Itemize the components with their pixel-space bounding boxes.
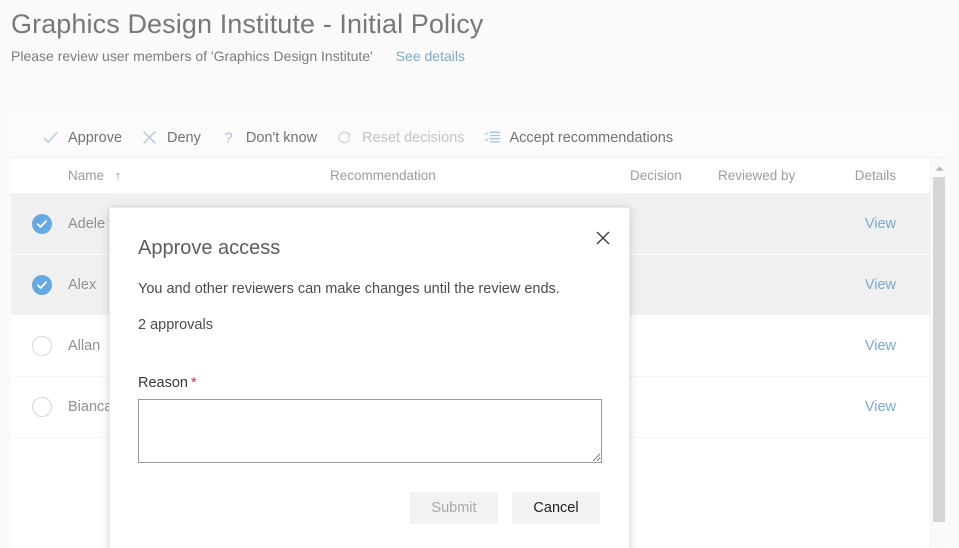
accept-recommendations-button-label: Accept recommendations — [510, 130, 674, 146]
checkmark-icon — [41, 128, 60, 147]
view-details-link[interactable]: View — [865, 277, 896, 293]
cancel-button[interactable]: Cancel — [512, 492, 600, 524]
row-checkbox-selected[interactable] — [32, 275, 52, 295]
sort-ascending-icon: ↑ — [115, 168, 122, 183]
question-mark-icon: ? — [219, 128, 238, 147]
reason-input[interactable] — [138, 399, 602, 463]
deny-button[interactable]: Deny — [131, 118, 210, 158]
table-header-row: Name ↑ Recommendation Decision Reviewed … — [11, 158, 947, 194]
reset-decisions-button[interactable]: Reset decisions — [326, 118, 473, 158]
approve-button-label: Approve — [68, 130, 122, 146]
reset-arrow-icon — [335, 128, 354, 147]
row-checkbox-unselected[interactable] — [32, 397, 52, 417]
submit-button[interactable]: Submit — [410, 492, 498, 524]
page-header: Graphics Design Institute - Initial Poli… — [0, 0, 959, 103]
column-header-reviewed-by[interactable]: Reviewed by — [718, 168, 824, 183]
dialog-body-text: You and other reviewers can make changes… — [138, 279, 601, 299]
column-header-name[interactable]: Name ↑ — [68, 168, 330, 183]
dont-know-button[interactable]: ? Don't know — [210, 118, 326, 158]
row-details-cell: View — [824, 276, 899, 294]
reason-field-label: Reason* — [138, 375, 601, 391]
dialog-approval-count: 2 approvals — [138, 317, 601, 333]
dont-know-button-label: Don't know — [246, 130, 317, 146]
svg-text:?: ? — [224, 130, 232, 146]
close-icon[interactable] — [590, 225, 616, 251]
view-details-link[interactable]: View — [865, 338, 896, 354]
caret-up-icon[interactable] — [931, 161, 947, 175]
accept-recommendations-button[interactable]: Accept recommendations — [474, 118, 683, 158]
dialog-title: Approve access — [138, 229, 601, 262]
row-select-cell — [32, 275, 68, 295]
approve-button[interactable]: Approve — [32, 118, 131, 158]
row-select-cell — [32, 336, 68, 356]
required-marker: * — [191, 375, 197, 391]
checklist-icon — [483, 128, 502, 147]
scrollbar-thumb[interactable] — [933, 177, 945, 522]
column-header-details[interactable]: Details — [824, 168, 899, 183]
reason-label-text: Reason — [138, 375, 188, 391]
row-checkbox-unselected[interactable] — [32, 336, 52, 356]
dialog-actions: Submit Cancel — [138, 492, 601, 524]
row-details-cell: View — [824, 398, 899, 416]
table-scrollbar[interactable] — [930, 158, 947, 547]
see-details-link[interactable]: See details — [396, 48, 465, 64]
page-subtitle: Please review user members of 'Graphics … — [11, 48, 373, 64]
x-mark-icon — [140, 128, 159, 147]
column-header-recommendation[interactable]: Recommendation — [330, 168, 630, 183]
row-select-cell — [32, 214, 68, 234]
view-details-link[interactable]: View — [865, 399, 896, 415]
row-select-cell — [32, 397, 68, 417]
command-bar: Approve Deny ? Don't know — [11, 118, 947, 158]
app-root: Graphics Design Institute - Initial Poli… — [0, 0, 959, 548]
reset-decisions-button-label: Reset decisions — [362, 130, 464, 146]
row-details-cell: View — [824, 337, 899, 355]
page-title: Graphics Design Institute - Initial Poli… — [11, 6, 959, 42]
approve-access-dialog: Approve access You and other reviewers c… — [109, 207, 630, 548]
view-details-link[interactable]: View — [865, 216, 896, 232]
row-details-cell: View — [824, 215, 899, 233]
subtitle-row: Please review user members of 'Graphics … — [11, 48, 959, 64]
deny-button-label: Deny — [167, 130, 201, 146]
column-header-name-label: Name — [68, 168, 104, 183]
row-checkbox-selected[interactable] — [32, 214, 52, 234]
column-header-decision[interactable]: Decision — [630, 168, 718, 183]
